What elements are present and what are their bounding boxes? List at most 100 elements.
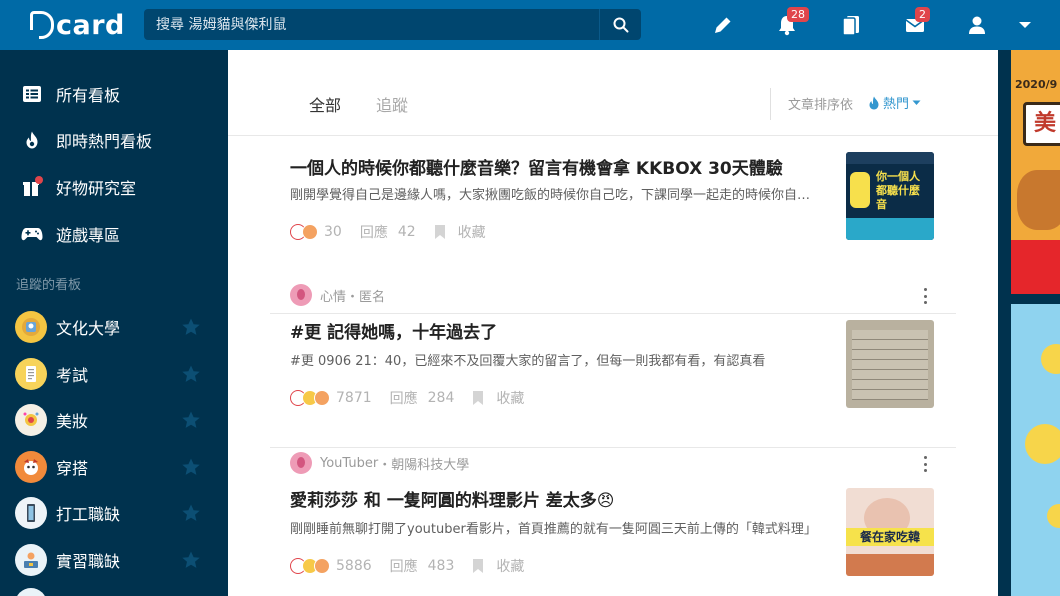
post-author: 匿名 <box>359 289 386 305</box>
meta-separator: ・ <box>346 289 360 305</box>
sort-value-label: 熱門 <box>883 97 910 112</box>
tab-follow[interactable]: 追蹤 <box>376 92 408 116</box>
divider <box>770 88 771 120</box>
forum-avatar-partial <box>15 588 47 596</box>
meta-separator: ・ <box>378 457 392 473</box>
post-title: 愛莉莎莎 和 一隻阿圓的料理影片 差太多😠 <box>290 491 615 511</box>
notifications-button[interactable]: 28 <box>772 7 809 40</box>
post-forum: YouTuber <box>320 455 379 471</box>
gift-icon <box>20 175 44 199</box>
star-icon[interactable] <box>181 457 201 477</box>
sidebar-forum-item[interactable]: 實習職缺 <box>0 540 228 580</box>
cards-icon <box>842 16 859 36</box>
reply-label: 回應 <box>359 225 388 241</box>
sidebar-item-games[interactable]: 遊戲專區 <box>0 214 228 254</box>
tab-all[interactable]: 全部 <box>309 92 341 116</box>
save-label[interactable]: 收藏 <box>496 388 524 408</box>
user-icon <box>969 16 985 34</box>
sidebar-item-label: 遊戲專區 <box>56 226 121 245</box>
feed-tab-bar: 全部 追蹤 文章排序依 熱門 <box>228 50 998 136</box>
angry-reaction-icon <box>302 224 318 240</box>
sidebar-item-label: 所有看板 <box>56 86 121 105</box>
advertisement-banner[interactable] <box>1011 304 1060 596</box>
sidebar-forum-item[interactable]: 美妝 <box>0 400 228 440</box>
angry-reaction-icon <box>314 558 330 574</box>
dcard-logo[interactable]: card <box>30 9 125 41</box>
thumbnail-caption: 你一個人都聽什麼音 <box>876 170 920 210</box>
messages-button[interactable]: 2 <box>900 7 930 40</box>
sidebar-forum-item[interactable]: 文化大學 <box>0 307 228 347</box>
post-forum: 心情 <box>320 289 347 305</box>
sidebar-item-hot-forums[interactable]: 即時熱門看板 <box>0 120 228 160</box>
thumbnail-caption: 餐在家吃韓 <box>846 528 934 546</box>
comment-count: 284 <box>427 390 455 406</box>
sidebar-forum-item[interactable]: 打工職缺 <box>0 493 228 533</box>
sort-dropdown[interactable]: 熱門 <box>868 93 921 112</box>
save-label[interactable]: 收藏 <box>458 222 486 242</box>
forum-avatar <box>15 451 47 483</box>
reply-label: 回應 <box>389 391 418 407</box>
sidebar-item-all-forums[interactable]: 所有看板 <box>0 74 228 114</box>
bookmark-icon[interactable] <box>472 558 484 574</box>
post-meta: 心情 ・ 匿名 <box>290 284 385 306</box>
advertisement-banner[interactable]: 2020/9 美 <box>1011 50 1060 294</box>
account-menu-button[interactable] <box>1010 10 1040 40</box>
star-icon[interactable] <box>181 317 201 337</box>
reaction-icons <box>290 224 318 240</box>
sidebar-item-label: 美妝 <box>56 412 89 431</box>
ad-headline: 美 <box>1023 102 1060 146</box>
more-options-button[interactable] <box>922 288 928 304</box>
post-card[interactable]: YouTuber ・ 朝陽科技大學 愛莉莎莎 和 一隻阿圓的料理影片 差太多😠 … <box>270 448 956 596</box>
list-icon <box>20 82 44 106</box>
bookmark-icon[interactable] <box>472 390 484 406</box>
main-feed: 全部 追蹤 文章排序依 熱門 一個人的時候你都聽什麼音樂？留言有機會拿 KKBO… <box>228 50 998 596</box>
messages-count-badge: 2 <box>915 7 930 22</box>
post-thumbnail <box>846 320 934 408</box>
sort-label: 文章排序依 <box>788 98 854 113</box>
bookmark-icon[interactable] <box>434 224 446 240</box>
like-count: 5886 <box>336 558 372 574</box>
forum-avatar <box>15 311 47 343</box>
write-post-button[interactable] <box>708 10 738 40</box>
forum-avatar <box>15 497 47 529</box>
post-stats: 7871 回應 284 收藏 <box>290 388 524 408</box>
post-card[interactable]: 心情 ・ 匿名 #更 記得她嗎，十年過去了 #更 0906 21：40，已經來不… <box>270 280 956 448</box>
search-button[interactable] <box>599 9 641 40</box>
angry-reaction-icon <box>314 390 330 406</box>
post-excerpt: 剛剛睡前無聊打開了youtuber看影片，首頁推薦的就有一隻阿圓三天前上傳的「韓… <box>290 522 817 537</box>
reaction-icons <box>290 558 330 574</box>
post-title: 一個人的時候你都聽什麼音樂？留言有機會拿 KKBOX 30天體驗 <box>290 159 783 179</box>
sidebar-forum-item[interactable]: 穿搭 <box>0 447 228 487</box>
save-label[interactable]: 收藏 <box>496 556 524 576</box>
star-icon[interactable] <box>181 364 201 384</box>
like-count: 7871 <box>336 390 372 406</box>
caret-down-icon <box>1019 22 1031 28</box>
logo-d-mark <box>30 11 54 39</box>
profile-button[interactable] <box>962 10 992 40</box>
post-thumbnail: 餐在家吃韓 <box>846 488 934 576</box>
search-input[interactable] <box>144 9 599 40</box>
sidebar-item-label: 文化大學 <box>56 319 121 338</box>
comment-count: 483 <box>427 558 455 574</box>
post-title: #更 記得她嗎，十年過去了 <box>290 323 498 343</box>
logo-text: card <box>56 9 125 41</box>
sidebar-forum-item[interactable]: 考試 <box>0 354 228 394</box>
sidebar-item-goods-lab[interactable]: 好物研究室 <box>0 167 228 207</box>
star-icon[interactable] <box>181 550 201 570</box>
star-icon[interactable] <box>181 503 201 523</box>
pencil-icon <box>715 17 731 33</box>
more-options-button[interactable] <box>922 456 928 472</box>
cards-button[interactable] <box>836 10 866 40</box>
notifications-count-badge: 28 <box>787 7 809 22</box>
sidebar-item-label: 實習職缺 <box>56 552 121 571</box>
sidebar-item-label: 好物研究室 <box>56 179 137 198</box>
reply-label: 回應 <box>389 559 418 575</box>
forum-avatar <box>15 404 47 436</box>
reaction-icons <box>290 390 330 406</box>
post-author: 朝陽科技大學 <box>391 457 470 473</box>
forum-avatar <box>15 358 47 390</box>
post-meta: YouTuber ・ 朝陽科技大學 <box>290 452 469 474</box>
star-icon[interactable] <box>181 410 201 430</box>
author-avatar <box>290 452 312 474</box>
sidebar-item-label: 打工職缺 <box>56 505 121 524</box>
